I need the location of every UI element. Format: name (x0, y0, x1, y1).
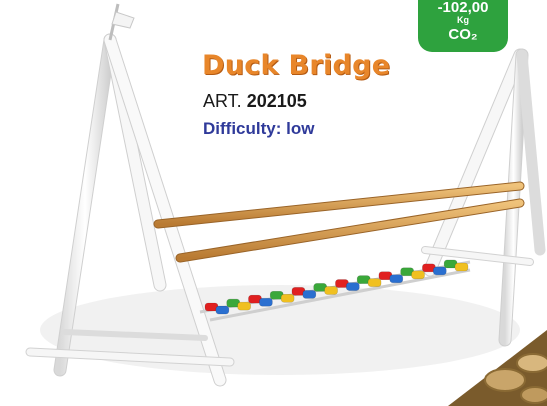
difficulty-label: Difficulty: low (203, 119, 315, 138)
stepping-block (324, 286, 338, 295)
art-number: 202105 (246, 91, 307, 111)
co2-gas: CO₂ (448, 26, 478, 43)
stepping-block (367, 278, 382, 287)
co2-badge: -102,00 Kg CO₂ (418, 0, 508, 52)
co2-unit: Kg (457, 15, 469, 25)
stepping-block (432, 266, 447, 276)
article-number: ART. 202105 (203, 91, 307, 112)
stepping-block (389, 274, 404, 284)
stepping-block (454, 262, 469, 272)
stepping-block (302, 290, 317, 299)
stepping-block (259, 297, 273, 307)
stepping-block (237, 301, 251, 311)
stepping-block (346, 282, 360, 291)
art-prefix: ART. (203, 91, 242, 111)
stepping-block (280, 294, 295, 303)
product-title: Duck Bridge (202, 50, 391, 81)
stepping-block (411, 270, 425, 280)
stepping-block (215, 305, 230, 315)
co2-value: -102,00 (437, 0, 489, 16)
